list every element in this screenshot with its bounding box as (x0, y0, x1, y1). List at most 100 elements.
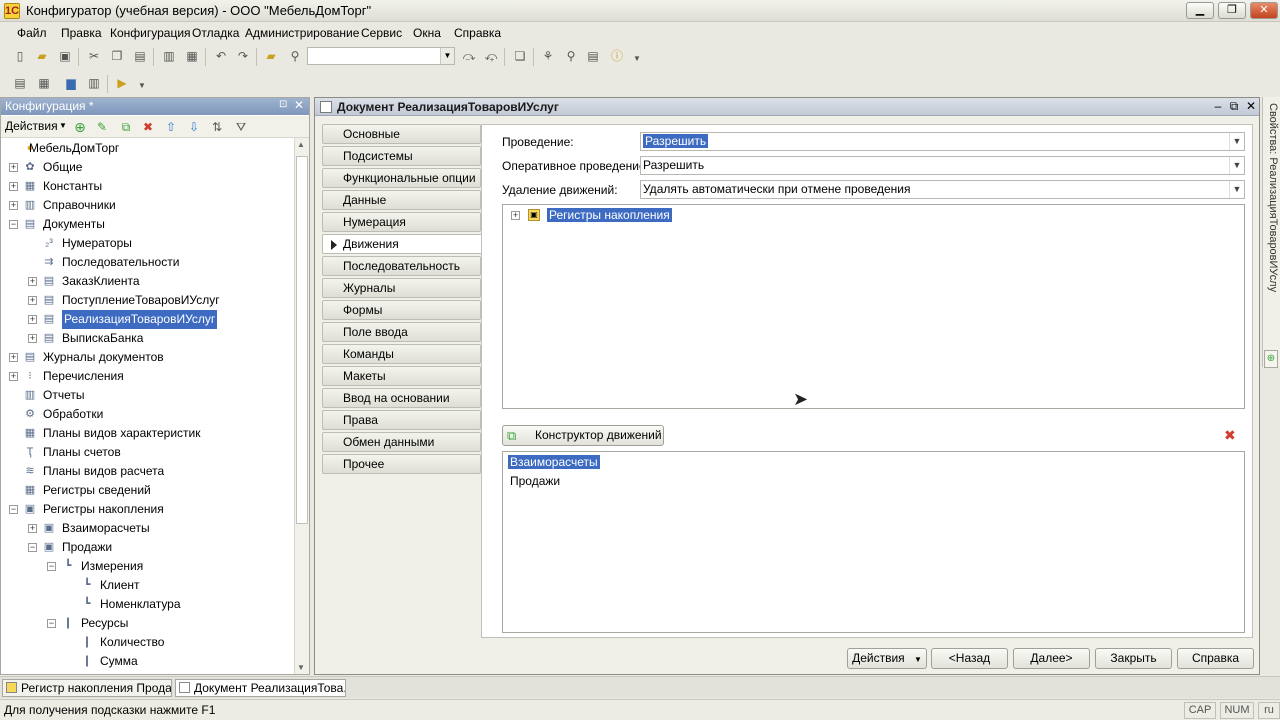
tree-item[interactable]: ₂³ Нумераторы (1, 234, 295, 253)
back-button[interactable]: <Назад (931, 648, 1008, 669)
undo-icon[interactable]: ↶ (212, 47, 230, 65)
sort-icon[interactable]: ⇅ (208, 118, 226, 136)
minimize-icon[interactable]: – (1210, 99, 1226, 114)
registers-tree-node[interactable]: Регистры накопления (547, 208, 672, 222)
movements-constructor-button[interactable]: ⧉ Конструктор движений (502, 425, 664, 446)
chevron-down-icon[interactable]: ▼ (440, 48, 454, 64)
restore-icon[interactable]: ⧉ (1226, 99, 1242, 114)
restore-button[interactable]: ❐ (1218, 2, 1246, 19)
tree-item[interactable]: ┗ Номенклатура (1, 595, 295, 614)
tab-item[interactable]: Формы (322, 300, 481, 320)
tree-item[interactable]: − ▤ Документы (1, 215, 295, 234)
tree-item[interactable]: ● МебельДомТорг (1, 139, 295, 158)
dock-add-icon[interactable]: ⊕ (1264, 350, 1278, 368)
chevron-down-icon[interactable]: ▼ (1229, 133, 1244, 150)
tab-item[interactable]: Подсистемы (322, 146, 481, 166)
save-icon[interactable]: ▣ (56, 47, 74, 65)
menu-help[interactable]: Справка (454, 26, 501, 40)
chevron-down-icon[interactable]: ▼ (628, 50, 646, 68)
posting-select[interactable]: Разрешить ▼ (640, 132, 1245, 151)
tree-item[interactable]: + ▤ Журналы документов (1, 348, 295, 367)
windows-icon[interactable]: ❏ (511, 47, 529, 65)
database-icon[interactable]: ▆ (62, 74, 80, 92)
tree-item[interactable]: + ▤ ПоступлениеТоваровИУслуг (1, 291, 295, 310)
tab-item[interactable]: Последовательность (322, 256, 481, 276)
tree-item[interactable]: Ҭ Планы счетов (1, 443, 295, 462)
find-folder-icon[interactable]: ▰ (262, 47, 280, 65)
delete-movements-select[interactable]: Удалять автоматически при отмене проведе… (640, 180, 1245, 199)
edit-icon[interactable]: ✎ (93, 118, 111, 136)
menu-windows[interactable]: Окна (413, 26, 441, 40)
expand-icon[interactable]: + (28, 315, 37, 324)
tree-item[interactable]: − ┗ Измерения (1, 557, 295, 576)
tree-item[interactable]: + ▤ РеализацияТоваровИУслуг (1, 310, 295, 329)
tab-item[interactable]: Ввод на основании (322, 388, 481, 408)
close-window-button[interactable]: Закрыть (1095, 648, 1172, 669)
chevron-down-icon[interactable]: ▼ (59, 121, 67, 130)
run-debug-icon[interactable]: ▶ (113, 74, 131, 92)
actions-dropdown-button[interactable]: Действия ▼ (847, 648, 927, 669)
list-item[interactable]: Продажи (510, 474, 560, 488)
tree-item[interactable]: ❙ Сумма (1, 652, 295, 671)
collapse-icon[interactable]: − (47, 619, 56, 628)
tab-item[interactable]: Прочее (322, 454, 481, 474)
tree-item[interactable]: − ▣ Регистры накопления (1, 500, 295, 519)
pin-icon[interactable]: ⊡ (279, 99, 287, 110)
tree-item[interactable]: − ▣ Продажи (1, 538, 295, 557)
tree-scrollbar[interactable]: ▲ ▼ (294, 138, 309, 674)
tree-item[interactable]: + ⁝ Перечисления (1, 367, 295, 386)
remove-icon[interactable]: ✖ (1224, 427, 1236, 444)
close-button[interactable]: ✕ (1250, 2, 1278, 19)
panel-icon[interactable]: ▥ (85, 74, 103, 92)
tree-item[interactable]: ▦ Регистры сведений (1, 481, 295, 500)
tab-item[interactable]: Права (322, 410, 481, 430)
chevron-down-icon[interactable]: ▼ (1229, 181, 1244, 198)
tree-item[interactable]: ⚙ Обработки (1, 405, 295, 424)
menu-debug[interactable]: Отладка (192, 26, 239, 40)
menu-administration[interactable]: Администрирование (245, 26, 359, 40)
tab-item[interactable]: Макеты (322, 366, 481, 386)
scroll-thumb[interactable] (296, 156, 308, 524)
find-prev-icon[interactable]: ⤽ (482, 47, 500, 65)
tree-icon[interactable]: ▦ (35, 74, 53, 92)
copy-item-icon[interactable]: ⧉ (117, 118, 135, 136)
tree-item[interactable]: ┗ Клиент (1, 576, 295, 595)
tree-item[interactable]: ❙ Количество (1, 633, 295, 652)
book-icon[interactable]: ▤ (584, 47, 602, 65)
expand-icon[interactable]: + (28, 277, 37, 286)
tab-item[interactable]: Поле ввода (322, 322, 481, 342)
next-button[interactable]: Далее> (1013, 648, 1090, 669)
tree-item[interactable]: ▦ Планы видов характеристик (1, 424, 295, 443)
minimize-button[interactable]: ▁ (1186, 2, 1214, 19)
info-icon[interactable]: ⓘ (608, 47, 626, 65)
realtime-posting-select[interactable]: Разрешить ▼ (640, 156, 1245, 175)
redo-icon[interactable]: ↷ (234, 47, 252, 65)
open-folder-icon[interactable]: ▰ (33, 47, 51, 65)
tree-item[interactable]: ≋ Планы видов расчета (1, 462, 295, 481)
tree-item[interactable]: + ▥ Справочники (1, 196, 295, 215)
menu-configuration[interactable]: Конфигурация (110, 26, 191, 40)
search-input[interactable]: ▼ (307, 47, 455, 65)
expand-icon[interactable]: + (28, 334, 37, 343)
wizard-icon[interactable]: ⚲ (562, 47, 580, 65)
expand-icon[interactable]: + (9, 201, 18, 210)
paste-icon[interactable]: ▤ (131, 47, 149, 65)
tab-item[interactable]: Функциональные опции (322, 168, 481, 188)
scroll-up-icon[interactable]: ▲ (297, 140, 305, 149)
delete-icon[interactable]: ✖ (139, 118, 157, 136)
tree-item[interactable]: ⇉ Последовательности (1, 253, 295, 272)
tree-item[interactable]: ▥ Отчеты (1, 386, 295, 405)
close-icon[interactable]: ✕ (1243, 99, 1259, 114)
collapse-icon[interactable]: − (28, 543, 37, 552)
tree-item[interactable]: − ❙ Ресурсы (1, 614, 295, 633)
list-item[interactable]: Взаиморасчеты (508, 455, 600, 469)
expand-icon[interactable]: + (9, 372, 18, 381)
task-document-window[interactable]: Документ РеализацияТова... (175, 679, 346, 697)
tree-item[interactable]: + ▤ ВыпискаБанка (1, 329, 295, 348)
tab-item[interactable]: Команды (322, 344, 481, 364)
new-doc-icon[interactable]: ▯ (11, 47, 29, 65)
find-next-icon[interactable]: ⤼ (460, 47, 478, 65)
menu-service[interactable]: Сервис (361, 26, 402, 40)
tree-item[interactable]: + ▦ Константы (1, 177, 295, 196)
tree-item[interactable]: + ▤ ЗаказКлиента (1, 272, 295, 291)
